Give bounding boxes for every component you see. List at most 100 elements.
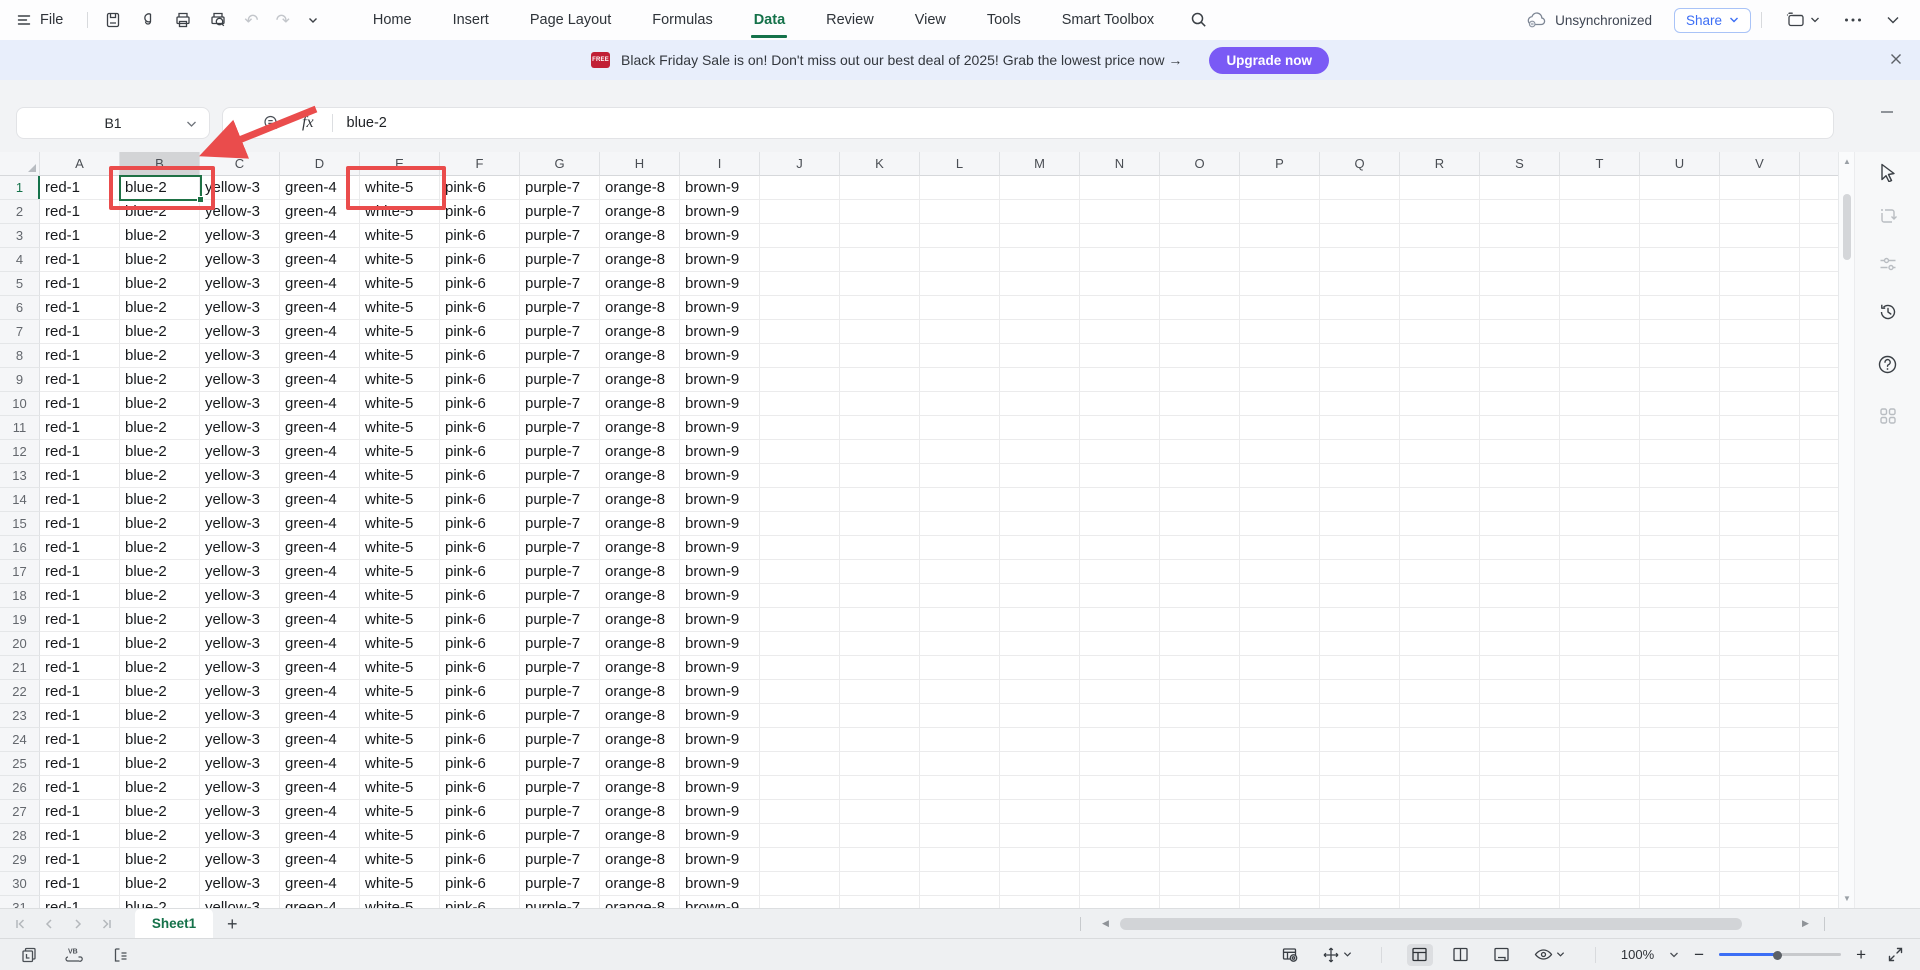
tab-home[interactable]: Home: [373, 0, 412, 40]
cell-L7[interactable]: [920, 320, 1000, 344]
cell-C28[interactable]: yellow-3: [200, 824, 280, 848]
cell-P4[interactable]: [1240, 248, 1320, 272]
cell-F23[interactable]: pink-6: [440, 704, 520, 728]
cell-T9[interactable]: [1560, 368, 1640, 392]
cell-J15[interactable]: [760, 512, 840, 536]
cell-O15[interactable]: [1160, 512, 1240, 536]
cell-F8[interactable]: pink-6: [440, 344, 520, 368]
cell-M16[interactable]: [1000, 536, 1080, 560]
cell-G8[interactable]: purple-7: [520, 344, 600, 368]
cell-J20[interactable]: [760, 632, 840, 656]
cell-N8[interactable]: [1080, 344, 1160, 368]
cell-I12[interactable]: brown-9: [680, 440, 760, 464]
cell-I10[interactable]: brown-9: [680, 392, 760, 416]
cell-R23[interactable]: [1400, 704, 1480, 728]
cell-K24[interactable]: [840, 728, 920, 752]
cell-A15[interactable]: red-1: [40, 512, 120, 536]
column-header-L[interactable]: L: [920, 152, 1000, 176]
column-header-V[interactable]: V: [1720, 152, 1800, 176]
cell-H13[interactable]: orange-8: [600, 464, 680, 488]
cell-N9[interactable]: [1080, 368, 1160, 392]
cell-L13[interactable]: [920, 464, 1000, 488]
cell-O24[interactable]: [1160, 728, 1240, 752]
cell-B2[interactable]: blue-2: [120, 200, 200, 224]
cell-C24[interactable]: yellow-3: [200, 728, 280, 752]
cell-D23[interactable]: green-4: [280, 704, 360, 728]
cell-K20[interactable]: [840, 632, 920, 656]
board-pages-icon[interactable]: [20, 946, 38, 964]
cell-B9[interactable]: blue-2: [120, 368, 200, 392]
vertical-scroll-thumb[interactable]: [1843, 194, 1851, 260]
cell-E22[interactable]: white-5: [360, 680, 440, 704]
column-header-F[interactable]: F: [440, 152, 520, 176]
cell-C17[interactable]: yellow-3: [200, 560, 280, 584]
cell-Q25[interactable]: [1320, 752, 1400, 776]
cell-L10[interactable]: [920, 392, 1000, 416]
zoom-slider-knob[interactable]: [1773, 950, 1783, 960]
cell-J8[interactable]: [760, 344, 840, 368]
cell-H19[interactable]: orange-8: [600, 608, 680, 632]
cell-P29[interactable]: [1240, 848, 1320, 872]
cell-P10[interactable]: [1240, 392, 1320, 416]
cell-V29[interactable]: [1720, 848, 1800, 872]
cell-M6[interactable]: [1000, 296, 1080, 320]
cell-D29[interactable]: green-4: [280, 848, 360, 872]
column-header-K[interactable]: K: [840, 152, 920, 176]
cell-N3[interactable]: [1080, 224, 1160, 248]
cell-G9[interactable]: purple-7: [520, 368, 600, 392]
cell-H29[interactable]: orange-8: [600, 848, 680, 872]
cell-H31[interactable]: orange-8: [600, 896, 680, 908]
cell-D9[interactable]: green-4: [280, 368, 360, 392]
cell-C5[interactable]: yellow-3: [200, 272, 280, 296]
cell-R26[interactable]: [1400, 776, 1480, 800]
cell-H28[interactable]: orange-8: [600, 824, 680, 848]
cell-F16[interactable]: pink-6: [440, 536, 520, 560]
cell-T26[interactable]: [1560, 776, 1640, 800]
cell-H11[interactable]: orange-8: [600, 416, 680, 440]
cell-E6[interactable]: white-5: [360, 296, 440, 320]
cell-B10[interactable]: blue-2: [120, 392, 200, 416]
cell-R15[interactable]: [1400, 512, 1480, 536]
cell-T12[interactable]: [1560, 440, 1640, 464]
zoom-out-button[interactable]: −: [1694, 946, 1704, 963]
cell-D16[interactable]: green-4: [280, 536, 360, 560]
cell-I2[interactable]: brown-9: [680, 200, 760, 224]
cell-M7[interactable]: [1000, 320, 1080, 344]
cell-O31[interactable]: [1160, 896, 1240, 908]
cell-S16[interactable]: [1480, 536, 1560, 560]
cell-R5[interactable]: [1400, 272, 1480, 296]
row-header-18[interactable]: 18: [0, 584, 40, 608]
cell-R30[interactable]: [1400, 872, 1480, 896]
cell-N20[interactable]: [1080, 632, 1160, 656]
cell-A19[interactable]: red-1: [40, 608, 120, 632]
cell-N24[interactable]: [1080, 728, 1160, 752]
cell-L27[interactable]: [920, 800, 1000, 824]
cell-G19[interactable]: purple-7: [520, 608, 600, 632]
cell-S9[interactable]: [1480, 368, 1560, 392]
cell-N18[interactable]: [1080, 584, 1160, 608]
cell-B25[interactable]: blue-2: [120, 752, 200, 776]
cell-E25[interactable]: white-5: [360, 752, 440, 776]
cell-U31[interactable]: [1640, 896, 1720, 908]
cell-S15[interactable]: [1480, 512, 1560, 536]
cell-Q15[interactable]: [1320, 512, 1400, 536]
cell-J31[interactable]: [760, 896, 840, 908]
cell-S30[interactable]: [1480, 872, 1560, 896]
cell-D25[interactable]: green-4: [280, 752, 360, 776]
cell-D20[interactable]: green-4: [280, 632, 360, 656]
cell-Q6[interactable]: [1320, 296, 1400, 320]
cell-K31[interactable]: [840, 896, 920, 908]
cell-O20[interactable]: [1160, 632, 1240, 656]
cell-F25[interactable]: pink-6: [440, 752, 520, 776]
print-icon[interactable]: [174, 11, 192, 29]
row-header-12[interactable]: 12: [0, 440, 40, 464]
column-header-M[interactable]: M: [1000, 152, 1080, 176]
cell-I26[interactable]: brown-9: [680, 776, 760, 800]
move-view-icon[interactable]: [1318, 944, 1356, 966]
cell-B15[interactable]: blue-2: [120, 512, 200, 536]
adjust-sliders-icon[interactable]: [1855, 240, 1920, 288]
cell-M18[interactable]: [1000, 584, 1080, 608]
cell-K18[interactable]: [840, 584, 920, 608]
cell-D6[interactable]: green-4: [280, 296, 360, 320]
cell-C3[interactable]: yellow-3: [200, 224, 280, 248]
